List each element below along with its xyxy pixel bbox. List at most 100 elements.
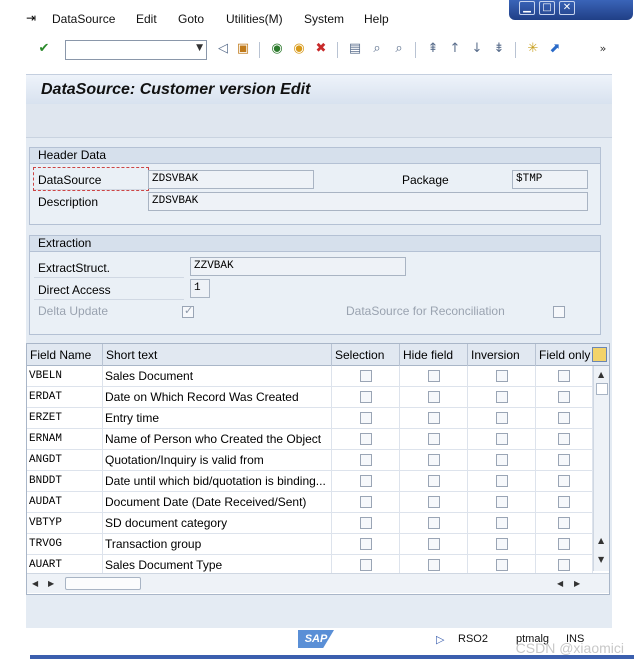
row-checkbox[interactable] xyxy=(359,412,372,424)
minimize-icon[interactable]: ▁ xyxy=(519,1,535,15)
row-checkbox[interactable] xyxy=(427,370,440,382)
row-checkbox[interactable] xyxy=(558,391,570,403)
more-icon[interactable]: » xyxy=(594,40,612,58)
row-checkbox[interactable] xyxy=(558,433,570,445)
column-header-selection[interactable]: Selection xyxy=(332,344,400,366)
row-checkbox[interactable] xyxy=(495,496,508,508)
close-icon[interactable]: ✕ xyxy=(559,1,575,15)
row-checkbox[interactable] xyxy=(359,475,372,487)
back-green-icon[interactable]: ◉ xyxy=(268,40,286,58)
column-header-field-name[interactable]: Field Name xyxy=(27,344,103,366)
row-checkbox[interactable] xyxy=(427,475,440,487)
menu-datasource[interactable]: DataSource xyxy=(52,12,115,26)
datasource-field[interactable]: ZDSVBAK xyxy=(148,170,314,189)
table-row[interactable]: ERNAM Name of Person who Created the Obje… xyxy=(27,429,593,450)
row-checkbox[interactable] xyxy=(427,559,440,571)
column-header-hide-field[interactable]: Hide field xyxy=(400,344,468,366)
table-settings-icon[interactable] xyxy=(592,347,607,362)
row-checkbox[interactable] xyxy=(427,517,440,529)
row-checkbox[interactable] xyxy=(495,517,508,529)
cancel-icon[interactable]: ✖ xyxy=(312,40,330,58)
row-checkbox[interactable] xyxy=(495,391,508,403)
vertical-scrollbar[interactable]: ▲ ▲ ▼ xyxy=(593,366,609,571)
shortcut-icon[interactable]: ⬈ xyxy=(546,40,564,58)
scroll-right-icon[interactable]: ▶ xyxy=(48,579,54,588)
create-session-icon[interactable]: ✳ xyxy=(524,40,542,58)
column-header-short-text[interactable]: Short text xyxy=(103,344,332,366)
row-checkbox[interactable] xyxy=(495,475,508,487)
table-row[interactable]: AUDAT Document Date (Date Received/Sent) xyxy=(27,492,593,513)
table-row[interactable]: VBELN Sales Document xyxy=(27,366,593,387)
previous-page-icon[interactable]: ↑ xyxy=(446,40,464,58)
row-checkbox[interactable] xyxy=(359,496,372,508)
chevron-down-icon[interactable]: ▼ xyxy=(196,43,203,53)
row-checkbox[interactable] xyxy=(495,433,508,445)
row-checkbox[interactable] xyxy=(359,538,372,550)
row-checkbox[interactable] xyxy=(495,370,508,382)
row-checkbox[interactable] xyxy=(495,538,508,550)
enter-icon[interactable]: ✔ xyxy=(35,40,53,58)
horizontal-scrollbar[interactable]: ◀ ▶ ◀ ▶ xyxy=(27,573,609,593)
menu-goto[interactable]: Goto xyxy=(178,12,204,26)
table-row[interactable]: ERDAT Date on Which Record Was Created xyxy=(27,387,593,408)
first-page-icon[interactable]: ⇞ xyxy=(424,40,442,58)
maximize-icon[interactable]: □ xyxy=(539,1,555,15)
row-checkbox[interactable] xyxy=(558,517,570,529)
direct-access-field[interactable]: 1 xyxy=(190,279,210,298)
row-checkbox[interactable] xyxy=(495,454,508,466)
row-checkbox[interactable] xyxy=(427,391,440,403)
table-row[interactable]: BNDDT Date until which bid/quotation is b… xyxy=(27,471,593,492)
scroll-thumb[interactable] xyxy=(596,383,608,395)
menu-edit[interactable]: Edit xyxy=(136,12,157,26)
menu-system[interactable]: System xyxy=(304,12,344,26)
menu-utilities[interactable]: Utilities(M) xyxy=(226,12,283,26)
row-checkbox[interactable] xyxy=(558,559,570,571)
row-checkbox[interactable] xyxy=(558,454,570,466)
package-field[interactable]: $TMP xyxy=(512,170,588,189)
row-checkbox[interactable] xyxy=(558,496,570,508)
scroll-up-icon[interactable]: ▲ xyxy=(598,370,604,379)
table-row[interactable]: ERZET Entry time xyxy=(27,408,593,429)
row-checkbox[interactable] xyxy=(359,454,372,466)
row-checkbox[interactable] xyxy=(359,433,372,445)
row-checkbox[interactable] xyxy=(359,517,372,529)
last-page-icon[interactable]: ⇟ xyxy=(490,40,508,58)
row-checkbox[interactable] xyxy=(359,559,372,571)
reconciliation-checkbox[interactable] xyxy=(553,306,565,318)
row-checkbox[interactable] xyxy=(359,391,372,403)
row-checkbox[interactable] xyxy=(495,559,508,571)
status-expand-icon[interactable]: ▷ xyxy=(436,633,444,646)
next-page-icon[interactable]: ↓ xyxy=(468,40,486,58)
exit-icon[interactable]: ◉ xyxy=(290,40,308,58)
command-field[interactable]: ▼ xyxy=(65,40,207,60)
find-next-icon[interactable]: ⌕ xyxy=(390,40,408,58)
table-row[interactable]: ANGDT Quotation/Inquiry is valid from xyxy=(27,450,593,471)
row-checkbox[interactable] xyxy=(558,475,570,487)
print-icon[interactable]: ▤ xyxy=(346,40,364,58)
row-checkbox[interactable] xyxy=(495,412,508,424)
row-checkbox[interactable] xyxy=(427,496,440,508)
table-row[interactable]: TRVOG Transaction group xyxy=(27,534,593,555)
column-header-inversion[interactable]: Inversion xyxy=(468,344,536,366)
extract-struct-field[interactable]: ZZVBAK xyxy=(190,257,406,276)
page-up-icon[interactable]: ▲ xyxy=(598,536,604,545)
horizontal-scroll-thumb[interactable] xyxy=(65,577,141,590)
scroll-right-icon[interactable]: ▶ xyxy=(574,579,580,588)
row-checkbox[interactable] xyxy=(558,370,570,382)
scroll-left-icon[interactable]: ◀ xyxy=(557,579,563,588)
scroll-down-icon[interactable]: ▼ xyxy=(598,555,604,564)
row-checkbox[interactable] xyxy=(427,433,440,445)
row-checkbox[interactable] xyxy=(427,412,440,424)
find-icon[interactable]: ⌕ xyxy=(368,40,386,58)
row-checkbox[interactable] xyxy=(427,454,440,466)
delta-update-checkbox[interactable] xyxy=(182,304,194,318)
column-header-field-only[interactable]: Field only xyxy=(536,344,592,366)
menu-help[interactable]: Help xyxy=(364,12,389,26)
system-menu-icon[interactable]: ⇥ xyxy=(26,11,40,25)
save-icon[interactable]: ▣ xyxy=(234,40,252,58)
back-icon[interactable]: ◁ xyxy=(214,40,232,58)
row-checkbox[interactable] xyxy=(558,538,570,550)
row-checkbox[interactable] xyxy=(359,370,372,382)
table-row[interactable]: VBTYP SD document category xyxy=(27,513,593,534)
scroll-left-icon[interactable]: ◀ xyxy=(32,579,38,588)
